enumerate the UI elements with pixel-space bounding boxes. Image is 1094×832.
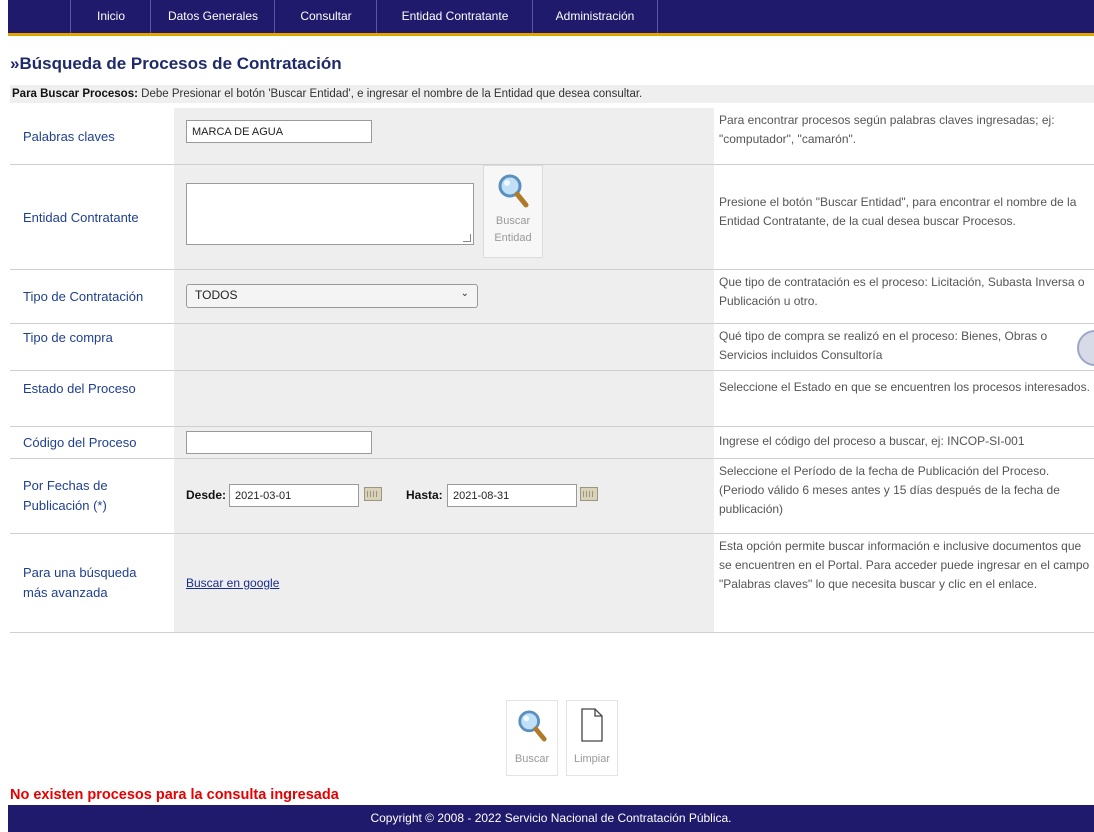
status-label: Estado del Proceso [10,371,174,426]
entity-label: Entidad Contratante [10,165,174,269]
row-status: Estado del Proceso Seleccione el Estado … [10,371,1094,427]
search-button-label: Buscar [514,753,550,765]
row-code: Código del Proceso Ingrese el código del… [10,427,1094,459]
nav-entidad-contratante[interactable]: Entidad Contratante [376,0,533,33]
code-help: Ingrese el código del proceso a buscar, … [719,427,1094,458]
purchase-type-label: Tipo de compra [10,324,174,370]
contract-type-selected: TODOS [195,288,238,302]
blank-document-icon [581,708,603,742]
nav-inicio[interactable]: Inicio [70,0,151,33]
contract-type-control-cell: TODOS ⌄ [174,270,714,323]
resize-grip-icon[interactable] [463,234,471,242]
entity-textarea[interactable] [186,183,474,245]
contract-type-select[interactable]: TODOS ⌄ [186,284,478,308]
footer-copyright: Copyright © 2008 - 2022 Servicio Naciona… [8,805,1094,832]
contract-type-label: Tipo de Contratación [10,270,174,323]
no-results-message: No existen procesos para la consulta ing… [10,787,339,803]
chevron-down-icon: ⌄ [460,288,469,299]
instruction-bar: Para Buscar Procesos: Debe Presionar el … [10,85,1094,103]
date-to-input[interactable] [447,484,577,507]
advanced-control-cell: Buscar en google [174,534,714,632]
advanced-help: Esta opción permite buscar información e… [719,534,1094,632]
advanced-label: Para una búsqueda más avanzada [10,534,174,632]
clear-button-label: Limpiar [573,753,611,765]
date-from-input[interactable] [229,484,359,507]
row-dates: Por Fechas de Publicación (*) Desde: Has… [10,459,1094,534]
clear-button[interactable]: Limpiar [566,700,618,776]
date-to-label: Hasta: [406,488,443,502]
calendar-icon[interactable] [364,487,382,501]
dates-help: Seleccione el Período de la fecha de Pub… [719,459,1094,533]
top-navigation: Inicio Datos Generales Consultar Entidad… [8,0,1094,36]
code-control-cell [174,427,714,458]
search-entity-label-1: Buscar [495,215,531,227]
entity-help: Presione el botón "Buscar Entidad", para… [719,165,1094,269]
contract-type-help: Que tipo de contratación es el proceso: … [719,270,1094,323]
nav-datos-generales[interactable]: Datos Generales [150,0,275,33]
google-search-link[interactable]: Buscar en google [186,576,279,590]
code-label: Código del Proceso [10,427,174,458]
purchase-type-help: Qué tipo de compra se realizó en el proc… [719,324,1094,370]
row-keywords: Palabras claves Para encontrar procesos … [10,108,1094,165]
instruction-bold: Para Buscar Procesos: [12,88,138,100]
dates-control-cell: Desde: Hasta: [174,459,714,533]
keywords-help: Para encontrar procesos según palabras c… [719,108,1094,164]
row-contract-type: Tipo de Contratación TODOS ⌄ Que tipo de… [10,270,1094,324]
code-input[interactable] [186,431,372,454]
instruction-text: Debe Presionar el botón 'Buscar Entidad'… [137,88,643,100]
search-entity-button[interactable]: Buscar Entidad [483,165,543,258]
calendar-icon[interactable] [580,487,598,501]
search-entity-label-2: Entidad [494,232,532,244]
row-advanced: Para una búsqueda más avanzada Buscar en… [10,534,1094,633]
row-purchase-type: Tipo de compra Qué tipo de compra se rea… [10,324,1094,371]
magnifier-icon [498,174,529,208]
row-entity: Entidad Contratante Buscar Entidad Presi… [10,165,1094,270]
nav-consultar[interactable]: Consultar [274,0,377,33]
keywords-label: Palabras claves [10,108,174,164]
keywords-control-cell [174,108,714,164]
search-button[interactable]: Buscar [506,700,558,776]
page-title: »Búsqueda de Procesos de Contratación [10,54,342,73]
status-control-cell [174,371,714,426]
keywords-input[interactable] [186,120,372,143]
nav-administracion[interactable]: Administración [532,0,658,33]
dates-label: Por Fechas de Publicación (*) [10,459,174,533]
date-from-label: Desde: [186,488,227,502]
status-help: Seleccione el Estado en que se encuentre… [719,371,1094,426]
purchase-type-control-cell [174,324,714,370]
entity-control-cell: Buscar Entidad [174,165,714,269]
magnifier-icon [518,710,547,742]
